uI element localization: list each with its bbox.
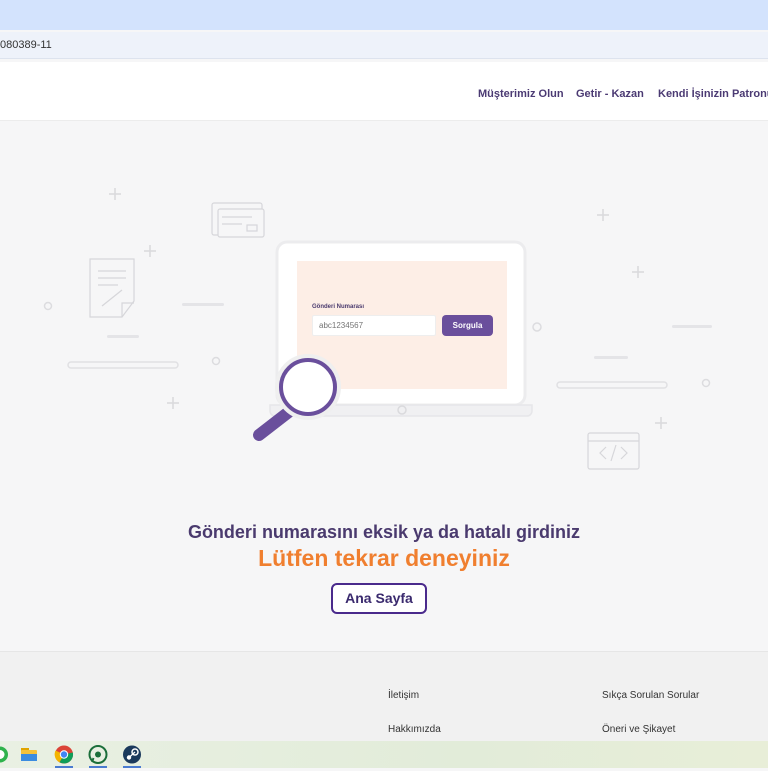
browser-title-bar xyxy=(0,0,768,30)
footer-link-hakkimizda[interactable]: Hakkımızda xyxy=(388,724,441,735)
chrome-icon xyxy=(54,745,74,764)
card-icon xyxy=(211,202,265,238)
taskbar-app-whatsapp[interactable] xyxy=(85,743,111,768)
magnifier-icon xyxy=(253,354,341,441)
steam-icon xyxy=(123,745,141,764)
footer-link-iletisim[interactable]: İletişim xyxy=(388,690,419,701)
nav-item-kendi-isinizin-patronu[interactable]: Kendi İşinizin Patronu O xyxy=(658,88,768,100)
not-found-illustration xyxy=(43,188,712,470)
code-window-icon xyxy=(587,432,640,470)
whatsapp-icon xyxy=(0,746,8,763)
taskbar-app-whatsapp-partial[interactable] xyxy=(0,743,13,766)
address-bar[interactable]: 080389-11 xyxy=(0,32,768,59)
site-footer: İletişim Sıkça Sorulan Sorular Hakkımızd… xyxy=(0,651,768,742)
error-message: Gönderi numarasını eksik ya da hatalı gi… xyxy=(187,522,581,542)
main-nav: Müşterimiz Olun Getir - Kazan Kendi İşin… xyxy=(0,88,768,102)
site-header: Müşterimiz Olun Getir - Kazan Kendi İşin… xyxy=(0,62,768,121)
home-button[interactable]: Ana Sayfa xyxy=(331,583,427,614)
tracking-field-label: Gönderi Numarası xyxy=(312,304,365,310)
retry-message: Lütfen tekrar deneyiniz xyxy=(258,545,510,571)
file-explorer-icon xyxy=(21,748,37,761)
taskbar-app-file-explorer[interactable] xyxy=(16,743,42,766)
nav-item-getir-kazan[interactable]: Getir - Kazan xyxy=(576,88,644,100)
tracking-number-input[interactable] xyxy=(312,315,436,336)
whatsapp-icon xyxy=(88,745,108,764)
taskbar xyxy=(0,741,768,768)
address-url[interactable]: 080389-11 xyxy=(0,39,52,51)
tracking-query-button[interactable]: Sorgula xyxy=(442,315,493,336)
taskbar-app-chrome[interactable] xyxy=(51,743,77,768)
footer-link-oneri-sikayet[interactable]: Öneri ve Şikayet xyxy=(602,724,675,735)
tracking-form: Gönderi Numarası Sorgula xyxy=(312,304,502,344)
nav-item-musterimiz-olun[interactable]: Müşterimiz Olun xyxy=(478,88,564,100)
taskbar-app-steam[interactable] xyxy=(119,743,145,768)
footer-link-sss[interactable]: Sıkça Sorulan Sorular xyxy=(602,690,699,701)
document-icon xyxy=(89,258,135,318)
